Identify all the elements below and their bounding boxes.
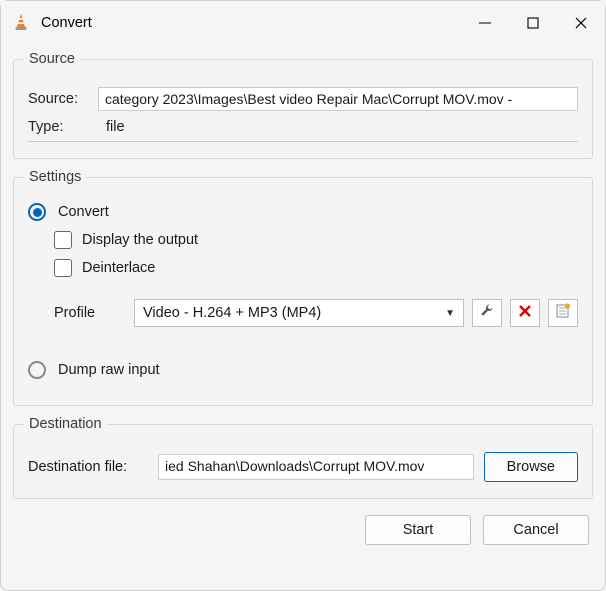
- browse-button-label: Browse: [507, 459, 555, 475]
- source-value-field: - category 2023\Images\Best video Repair…: [98, 87, 578, 111]
- start-button-label: Start: [403, 522, 434, 538]
- content-area: Source Source: - category 2023\Images\Be…: [1, 45, 605, 557]
- convert-radio[interactable]: [28, 203, 46, 221]
- browse-button[interactable]: Browse: [484, 452, 578, 482]
- delete-profile-button[interactable]: [510, 299, 540, 327]
- profile-selected-value: Video - H.264 + MP3 (MP4): [143, 305, 321, 321]
- dump-radio[interactable]: [28, 361, 46, 379]
- cancel-button-label: Cancel: [513, 522, 558, 538]
- type-value: file: [98, 119, 125, 135]
- convert-radio-row[interactable]: Convert: [28, 203, 578, 221]
- minimize-button[interactable]: [461, 1, 509, 45]
- source-group: Source Source: - category 2023\Images\Be…: [13, 51, 593, 159]
- start-button[interactable]: Start: [365, 515, 471, 545]
- wrench-icon: [479, 303, 495, 323]
- settings-group: Settings Convert Display the output Dein…: [13, 169, 593, 406]
- titlebar: Convert: [1, 1, 605, 45]
- new-profile-icon: [555, 303, 571, 323]
- destination-label: Destination file:: [28, 459, 148, 475]
- window-title: Convert: [41, 15, 92, 31]
- dump-radio-label: Dump raw input: [58, 362, 160, 378]
- source-legend: Source: [24, 51, 80, 67]
- vlc-icon: [11, 13, 31, 33]
- edit-profile-button[interactable]: [472, 299, 502, 327]
- display-output-label: Display the output: [82, 232, 198, 248]
- display-output-row[interactable]: Display the output: [54, 231, 578, 249]
- footer: Start Cancel: [13, 509, 593, 545]
- cancel-button[interactable]: Cancel: [483, 515, 589, 545]
- maximize-button[interactable]: [509, 1, 557, 45]
- new-profile-button[interactable]: [548, 299, 578, 327]
- deinterlace-checkbox[interactable]: [54, 259, 72, 277]
- deinterlace-row[interactable]: Deinterlace: [54, 259, 578, 277]
- delete-x-icon: [518, 304, 532, 322]
- close-button[interactable]: [557, 1, 605, 45]
- source-label: Source:: [28, 91, 98, 107]
- settings-legend: Settings: [24, 169, 86, 185]
- destination-legend: Destination: [24, 416, 107, 432]
- dump-radio-row[interactable]: Dump raw input: [28, 361, 578, 379]
- deinterlace-label: Deinterlace: [82, 260, 155, 276]
- display-output-checkbox[interactable]: [54, 231, 72, 249]
- destination-group: Destination Destination file: ied Shahan…: [13, 416, 593, 499]
- convert-radio-label: Convert: [58, 204, 109, 220]
- destination-value-field[interactable]: ied Shahan\Downloads\Corrupt MOV.mov: [158, 454, 474, 480]
- type-label: Type:: [28, 119, 98, 135]
- chevron-down-icon: ▼: [445, 308, 455, 319]
- profile-combobox[interactable]: Video - H.264 + MP3 (MP4) ▼: [134, 299, 464, 327]
- profile-label: Profile: [54, 305, 126, 321]
